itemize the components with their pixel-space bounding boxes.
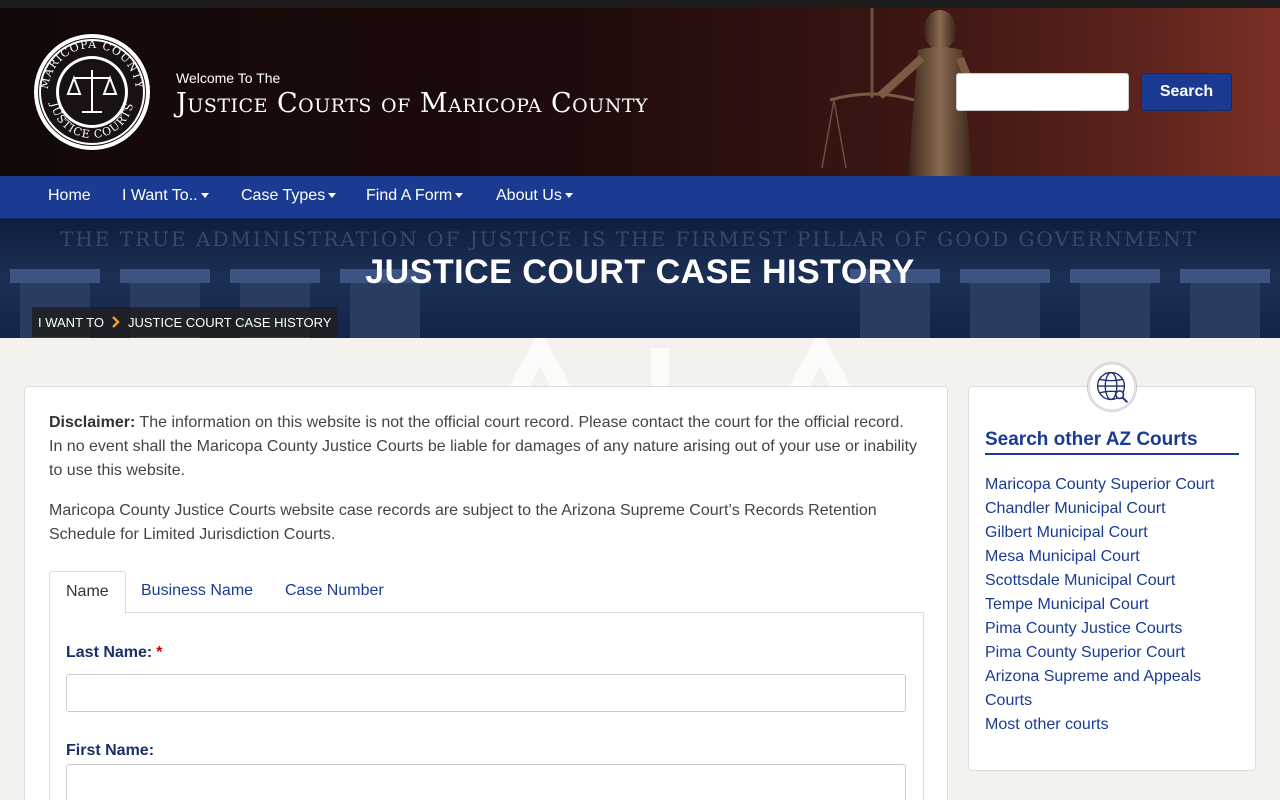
disclaimer-text: Disclaimer: The information on this webs… xyxy=(49,411,919,483)
chevron-right-icon xyxy=(112,316,120,328)
search-tabs: Name Business Name Case Number xyxy=(49,571,924,614)
nav-i-want-to[interactable]: I Want To.. xyxy=(122,187,209,205)
last-name-label: Last Name: * xyxy=(66,644,162,662)
banner-inscription: THE TRUE ADMINISTRATION OF JUSTICE IS TH… xyxy=(60,227,1198,251)
chevron-down-icon xyxy=(200,193,209,199)
court-link-gilbert[interactable]: Gilbert Municipal Court xyxy=(985,521,1235,545)
other-courts-list: Maricopa County Superior Court Chandler … xyxy=(985,473,1235,737)
breadcrumb-i-want-to[interactable]: I WANT TO xyxy=(38,315,104,330)
chevron-down-icon xyxy=(328,193,337,199)
top-strip xyxy=(0,0,1280,8)
nav-find-a-form-label: Find A Form xyxy=(366,187,453,204)
last-name-label-text: Last Name: xyxy=(66,644,153,661)
nav-about-us[interactable]: About Us xyxy=(496,187,573,205)
breadcrumb-current: JUSTICE COURT CASE HISTORY xyxy=(127,314,332,330)
court-link-scottsdale[interactable]: Scottsdale Municipal Court xyxy=(985,569,1235,593)
nav-home-label: Home xyxy=(48,187,91,204)
tab-case-number[interactable]: Case Number xyxy=(269,571,400,613)
court-link-arizona-supreme-appeals[interactable]: Arizona Supreme and Appeals Courts xyxy=(985,665,1235,713)
court-link-most-other[interactable]: Most other courts xyxy=(985,713,1235,737)
search-button[interactable]: Search xyxy=(1141,73,1232,111)
name-search-panel: Last Name: * First Name: xyxy=(49,613,924,800)
globe-search-icon xyxy=(1087,362,1137,412)
court-link-pima-justice[interactable]: Pima County Justice Courts xyxy=(985,617,1235,641)
page-title: JUSTICE COURT CASE HISTORY xyxy=(365,253,915,291)
other-courts-title: Search other AZ Courts xyxy=(985,429,1239,455)
nav-case-types[interactable]: Case Types xyxy=(241,187,337,205)
welcome-text: Welcome To The xyxy=(176,70,281,86)
tab-business-name[interactable]: Business Name xyxy=(125,571,269,613)
nav-home[interactable]: Home xyxy=(48,187,91,205)
site-title[interactable]: Justice Courts of Maricopa County xyxy=(176,88,648,119)
site-header: MARICOPA COUNTY JUSTICE COURTS Welcome T… xyxy=(0,8,1280,176)
chevron-down-icon xyxy=(564,193,573,199)
nav-about-us-label: About Us xyxy=(496,187,562,204)
court-link-pima-superior[interactable]: Pima County Superior Court xyxy=(985,641,1235,665)
first-name-label: First Name: xyxy=(66,742,155,759)
main-nav: Home I Want To.. Case Types Find A Form … xyxy=(0,176,1280,219)
disclaimer-body: The information on this website is not t… xyxy=(49,414,918,479)
court-seal-logo[interactable]: MARICOPA COUNTY JUSTICE COURTS xyxy=(32,32,152,152)
disclaimer-label: Disclaimer: xyxy=(49,414,136,431)
required-marker: * xyxy=(156,644,163,661)
last-name-input[interactable] xyxy=(66,674,906,712)
court-link-chandler[interactable]: Chandler Municipal Court xyxy=(985,497,1235,521)
nav-case-types-label: Case Types xyxy=(241,187,326,204)
tab-name[interactable]: Name xyxy=(49,571,126,614)
other-courts-card: Search other AZ Courts Maricopa County S… xyxy=(968,386,1256,771)
search-input[interactable] xyxy=(956,73,1129,111)
court-link-tempe[interactable]: Tempe Municipal Court xyxy=(985,593,1235,617)
first-name-input[interactable] xyxy=(66,764,906,800)
nav-i-want-to-label: I Want To.. xyxy=(122,187,198,204)
court-link-mesa[interactable]: Mesa Municipal Court xyxy=(985,545,1235,569)
page-banner: THE TRUE ADMINISTRATION OF JUSTICE IS TH… xyxy=(0,219,1280,338)
chevron-down-icon xyxy=(455,193,464,199)
nav-find-a-form[interactable]: Find A Form xyxy=(366,187,464,205)
breadcrumb: I WANT TO JUSTICE COURT CASE HISTORY xyxy=(32,307,338,337)
court-link-maricopa-superior[interactable]: Maricopa County Superior Court xyxy=(985,473,1235,497)
main-content-card: Disclaimer: The information on this webs… xyxy=(24,386,948,800)
retention-notice: Maricopa County Justice Courts website c… xyxy=(49,502,877,543)
